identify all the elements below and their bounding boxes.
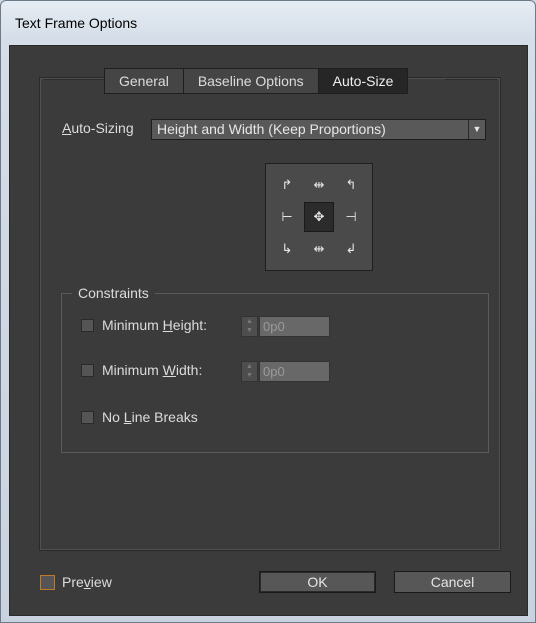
no-line-breaks-checkbox[interactable] <box>81 411 94 424</box>
tab-baseline-options[interactable]: Baseline Options <box>183 69 319 93</box>
auto-sizing-label: Auto-Sizing <box>62 120 134 136</box>
mnemonic: H <box>162 317 173 333</box>
title-bar[interactable]: Text Frame Options <box>1 1 535 45</box>
minimum-height-field[interactable]: 0p0 <box>259 316 330 337</box>
label-text: Minimum <box>102 362 163 378</box>
divider <box>44 79 104 80</box>
bottom-right-arrow-icon[interactable]: ↲ <box>336 234 366 264</box>
bottom-center-arrow-icon[interactable]: ⇹ <box>304 234 334 264</box>
minimum-width-label: Minimum Width: <box>102 362 202 378</box>
mnemonic: W <box>162 362 176 378</box>
no-line-breaks-label: No Line Breaks <box>102 409 198 425</box>
minimum-width-field[interactable]: 0p0 <box>259 361 330 382</box>
minimum-height-checkbox[interactable] <box>81 319 94 332</box>
minimum-width-checkbox[interactable] <box>81 364 94 377</box>
label-text: Minimum <box>102 317 163 333</box>
label-text: eight: <box>172 317 208 333</box>
label-text: Pre <box>62 574 84 590</box>
tab-auto-size[interactable]: Auto-Size <box>318 69 408 93</box>
divider <box>445 79 497 80</box>
label-text: uto-Sizing <box>71 120 134 136</box>
center-move-icon[interactable]: ✥ <box>304 202 334 232</box>
tab-general[interactable]: General <box>105 69 184 93</box>
middle-left-arrow-icon[interactable]: ⊢ <box>272 202 302 232</box>
bottom-left-arrow-icon[interactable]: ↳ <box>272 234 302 264</box>
top-center-arrow-icon[interactable]: ⇹ <box>304 170 334 200</box>
label-text: iew <box>90 574 112 590</box>
label-text: No <box>102 409 124 425</box>
label-text: ine Breaks <box>131 409 198 425</box>
minimum-width-stepper[interactable]: ▲ ▼ <box>241 361 258 382</box>
preview-label: Preview <box>62 574 112 590</box>
top-left-arrow-icon[interactable]: ↱ <box>272 170 302 200</box>
reference-point-grid: ↱ ⇹ ↰ ⊢ ✥ ⊣ ↳ ⇹ ↲ <box>265 163 373 271</box>
tab-strip: General Baseline Options Auto-Size <box>104 68 409 94</box>
minimum-height-stepper[interactable]: ▲ ▼ <box>241 316 258 337</box>
top-right-arrow-icon[interactable]: ↰ <box>336 170 366 200</box>
mnemonic: v <box>83 574 91 590</box>
minimum-height-label: Minimum Height: <box>102 317 207 333</box>
middle-right-arrow-icon[interactable]: ⊣ <box>336 202 366 232</box>
cancel-button[interactable]: Cancel <box>394 571 511 593</box>
dialog-body: General Baseline Options Auto-Size Auto-… <box>9 45 528 616</box>
chevron-down-icon: ▼ <box>468 120 485 139</box>
preview-checkbox[interactable] <box>40 575 55 590</box>
mnemonic: L <box>123 409 132 425</box>
constraints-legend: Constraints <box>72 285 155 301</box>
dialog-window: Text Frame Options General Baseline Opti… <box>0 0 536 623</box>
ok-button[interactable]: OK <box>259 571 376 593</box>
auto-sizing-dropdown[interactable]: Height and Width (Keep Proportions) ▼ <box>151 119 486 140</box>
window-title: Text Frame Options <box>15 15 138 31</box>
dropdown-value: Height and Width (Keep Proportions) <box>157 121 386 137</box>
mnemonic: A <box>62 120 72 136</box>
label-text: idth: <box>175 362 203 378</box>
